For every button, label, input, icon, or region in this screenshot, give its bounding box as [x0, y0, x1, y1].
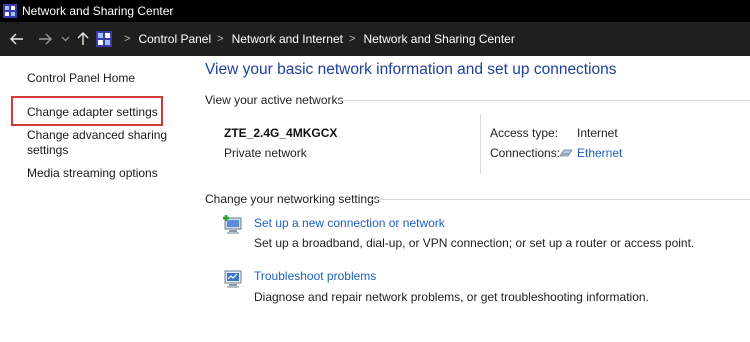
breadcrumb-network-and-sharing-center[interactable]: Network and Sharing Center [363, 32, 514, 46]
connections-label: Connections: [490, 146, 561, 160]
recent-locations-button[interactable] [58, 22, 72, 56]
change-settings-heading: Change your networking settings [205, 192, 380, 206]
troubleshoot-problems-link[interactable]: Troubleshoot problems [254, 269, 376, 283]
troubleshoot-description: Diagnose and repair network problems, or… [254, 290, 649, 304]
network-center-app-icon [3, 4, 17, 18]
control-panel-icon [96, 31, 112, 47]
arrow-right-icon [39, 33, 52, 45]
main-content: View your basic network information and … [190, 56, 750, 342]
ethernet-icon [559, 149, 573, 157]
page-title: View your basic network information and … [205, 61, 617, 78]
setup-connection-description: Set up a broadband, dial-up, or VPN conn… [254, 236, 695, 250]
sidebar-item-control-panel-home[interactable]: Control Panel Home [27, 71, 135, 86]
vertical-divider [480, 114, 481, 174]
back-button[interactable] [2, 22, 32, 56]
setup-connection-link[interactable]: Set up a new connection or network [254, 216, 445, 230]
ethernet-link-label[interactable]: Ethernet [577, 146, 622, 160]
arrow-up-icon [77, 32, 89, 45]
sidebar-item-media-streaming-options[interactable]: Media streaming options [27, 166, 158, 181]
sidebar: Control Panel Home Change adapter settin… [0, 56, 190, 342]
sidebar-item-change-adapter-settings[interactable]: Change adapter settings [27, 105, 158, 120]
ethernet-connection-link[interactable]: Ethernet [559, 146, 622, 160]
sidebar-item-change-advanced-sharing[interactable]: Change advanced sharing [27, 128, 167, 143]
chevron-down-icon [61, 36, 69, 42]
arrow-left-icon [10, 33, 23, 45]
network-name: ZTE_2.4G_4MKGCX [224, 126, 338, 140]
address-bar: > Control Panel > Network and Internet >… [0, 22, 750, 56]
access-type-label: Access type: [490, 126, 559, 140]
network-category[interactable]: Private network [224, 146, 307, 160]
breadcrumb-separator-icon: > [349, 33, 356, 45]
troubleshoot-icon [224, 270, 242, 288]
breadcrumb-control-panel[interactable]: Control Panel [138, 32, 211, 46]
access-type-value: Internet [577, 126, 618, 140]
new-connection-icon [223, 215, 242, 234]
section-divider [337, 100, 750, 101]
up-button[interactable] [72, 22, 94, 56]
active-networks-heading: View your active networks [205, 93, 344, 107]
section-divider [372, 199, 750, 200]
window-title: Network and Sharing Center [22, 4, 174, 18]
breadcrumb-separator-icon: > [124, 33, 131, 45]
forward-button[interactable] [32, 22, 58, 56]
title-bar: Network and Sharing Center [0, 0, 750, 22]
breadcrumb-separator-icon: > [217, 33, 224, 45]
sidebar-item-change-advanced-sharing-cont[interactable]: settings [27, 143, 68, 158]
breadcrumb-network-and-internet[interactable]: Network and Internet [232, 32, 343, 46]
